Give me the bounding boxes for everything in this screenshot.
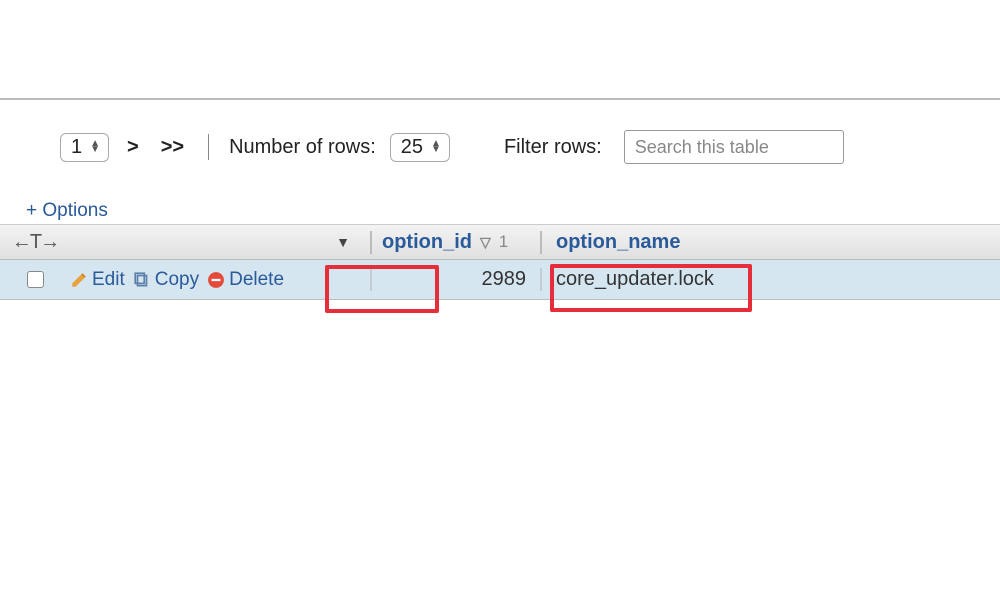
select-arrows-icon: ▲▼ — [90, 141, 100, 153]
row-actions-cell: Edit Copy Delete — [70, 269, 370, 291]
page-select-value: 1 — [71, 136, 82, 159]
copy-label: Copy — [155, 269, 199, 291]
sort-dropdown-icon: ▼ — [336, 234, 350, 250]
option-id-cell: 2989 — [370, 268, 540, 291]
toolbar-separator — [208, 134, 209, 160]
copy-button[interactable]: Copy — [133, 269, 199, 291]
copy-icon — [133, 271, 151, 289]
delete-button[interactable]: Delete — [207, 269, 284, 291]
table-header-row: ←T→ ▼ option_id ▽ 1 option_name — [0, 224, 1000, 260]
option-name-header-label: option_name — [556, 231, 680, 254]
last-page-button[interactable]: >> — [157, 136, 188, 159]
table-row: Edit Copy Delete 2989 core_updater.lock — [0, 260, 1000, 300]
sort-index: 1 — [499, 232, 508, 252]
rows-count-value: 25 — [401, 136, 423, 159]
page-select[interactable]: 1 ▲▼ — [60, 133, 109, 162]
option-name-value: core_updater.lock — [556, 268, 714, 290]
column-tools-icon[interactable]: ←T→ — [0, 231, 70, 254]
rows-count-select[interactable]: 25 ▲▼ — [390, 133, 450, 162]
row-checkbox-cell — [0, 271, 70, 288]
delete-label: Delete — [229, 269, 284, 291]
pagination-toolbar: 1 ▲▼ > >> Number of rows: 25 ▲▼ Filter r… — [0, 100, 1000, 164]
option-name-column-header[interactable]: option_name — [540, 231, 1000, 254]
rows-label: Number of rows: — [229, 136, 376, 159]
actions-column-header[interactable]: ▼ — [70, 234, 370, 250]
next-page-button[interactable]: > — [123, 136, 143, 159]
select-arrows-icon: ▲▼ — [431, 141, 441, 153]
pencil-icon — [70, 271, 88, 289]
sort-desc-icon: ▽ — [480, 234, 491, 251]
option-name-cell: core_updater.lock — [540, 268, 1000, 291]
edit-button[interactable]: Edit — [70, 269, 125, 291]
options-toggle[interactable]: + Options — [0, 200, 1000, 222]
edit-label: Edit — [92, 269, 125, 291]
filter-rows-input[interactable] — [624, 130, 844, 164]
filter-rows-label: Filter rows: — [504, 136, 602, 159]
option-id-header-label: option_id — [382, 231, 472, 254]
minus-circle-icon — [207, 271, 225, 289]
option-id-column-header[interactable]: option_id ▽ 1 — [370, 231, 540, 254]
row-select-checkbox[interactable] — [27, 271, 44, 288]
